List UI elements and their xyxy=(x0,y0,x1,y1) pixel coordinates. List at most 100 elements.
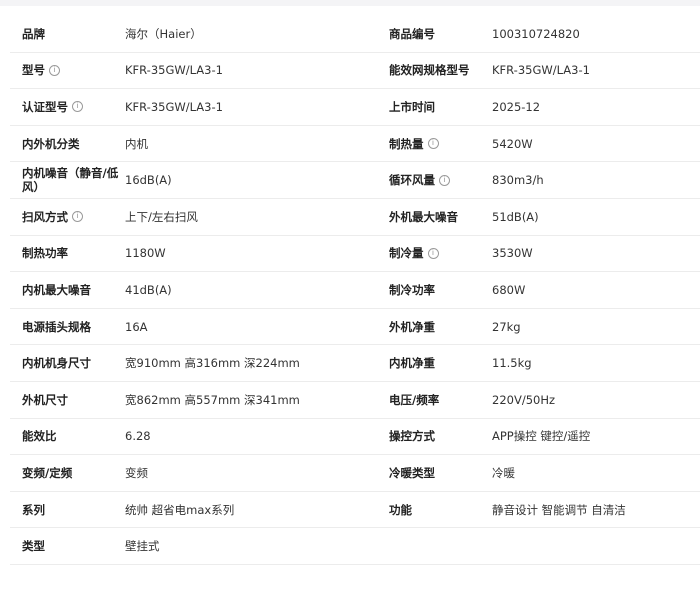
spec-value-text: 统帅 超省电max系列 xyxy=(125,502,235,517)
spec-label: 内外机分类 xyxy=(10,137,125,151)
spec-label-text: 外机尺寸 xyxy=(22,392,68,407)
spec-row: 制热功率 1180W 制冷量 i 3530W xyxy=(10,236,700,273)
spec-label-text: 上市时间 xyxy=(389,99,435,114)
spec-label: 内机净重 xyxy=(377,356,492,370)
spec-label-text: 电源插头规格 xyxy=(22,319,91,334)
spec-value: 2025-12 xyxy=(492,100,700,114)
spec-label-text: 循环风量 xyxy=(389,173,435,188)
spec-value: KFR-35GW/LA3-1 xyxy=(125,63,377,77)
spec-value: 11.5kg xyxy=(492,356,700,370)
spec-value-text: 5420W xyxy=(492,136,533,151)
spec-label-text: 商品编号 xyxy=(389,26,435,41)
spec-value-text: KFR-35GW/LA3-1 xyxy=(125,63,223,78)
spec-value-text: 内机 xyxy=(125,136,148,151)
spec-label-text: 类型 xyxy=(22,539,45,554)
spec-label: 型号 i xyxy=(10,63,125,77)
spec-label-text: 电压/频率 xyxy=(389,392,440,407)
info-icon[interactable]: i xyxy=(49,64,60,76)
spec-value: KFR-35GW/LA3-1 xyxy=(492,63,700,77)
info-icon[interactable]: i xyxy=(439,174,450,186)
spec-label-text: 制冷功率 xyxy=(389,282,435,297)
spec-label: 内机机身尺寸 xyxy=(10,356,125,370)
spec-label: 冷暖类型 xyxy=(377,466,492,480)
spec-value: 51dB(A) xyxy=(492,210,700,224)
spec-value-text: 冷暖 xyxy=(492,465,515,480)
spec-value-text: 6.28 xyxy=(125,429,151,444)
spec-value-text: 宽910mm 高316mm 深224mm xyxy=(125,356,300,371)
spec-label: 外机净重 xyxy=(377,320,492,334)
spec-label: 系列 xyxy=(10,503,125,517)
spec-row: 认证型号 i KFR-35GW/LA3-1 上市时间 2025-12 xyxy=(10,89,700,126)
spec-label-text: 型号 xyxy=(22,63,45,78)
spec-label: 制冷量 i xyxy=(377,246,492,260)
spec-label-text: 内外机分类 xyxy=(22,136,80,151)
spec-row: 内机噪音（静音/低风） 16dB(A) 循环风量 i 830m3/h xyxy=(10,162,700,199)
spec-label-text: 制热量 xyxy=(389,136,424,151)
spec-value: 6.28 xyxy=(125,429,377,443)
info-icon[interactable]: i xyxy=(427,138,439,150)
spec-value: 100310724820 xyxy=(492,27,700,41)
spec-row: 品牌 海尔（Haier） 商品编号 100310724820 xyxy=(10,16,700,53)
spec-value: 5420W xyxy=(492,137,700,151)
spec-label-text: 功能 xyxy=(389,502,412,517)
spec-label: 制热量 i xyxy=(377,137,492,151)
spec-label-text: 外机最大噪音 xyxy=(389,209,458,224)
spec-value: 静音设计 智能调节 自清洁 xyxy=(492,503,700,517)
spec-label-text: 变频/定频 xyxy=(22,465,73,480)
spec-row: 类型 壁挂式 xyxy=(10,528,700,565)
spec-value: 3530W xyxy=(492,246,700,260)
spec-label: 功能 xyxy=(377,503,492,517)
spec-row: 内外机分类 内机 制热量 i 5420W xyxy=(10,126,700,163)
spec-value: 1180W xyxy=(125,246,377,260)
spec-label-text: 能效网规格型号 xyxy=(389,63,470,78)
spec-label-text: 内机最大噪音 xyxy=(22,282,91,297)
spec-label-text: 外机净重 xyxy=(389,319,435,334)
spec-value-text: KFR-35GW/LA3-1 xyxy=(125,99,223,114)
spec-label-text: 内机净重 xyxy=(389,356,435,371)
spec-row: 变频/定频 变频 冷暖类型 冷暖 xyxy=(10,455,700,492)
spec-value: KFR-35GW/LA3-1 xyxy=(125,100,377,114)
spec-row: 外机尺寸 宽862mm 高557mm 深341mm 电压/频率 220V/50Hz xyxy=(10,382,700,419)
spec-label: 电源插头规格 xyxy=(10,320,125,334)
spec-value-text: 宽862mm 高557mm 深341mm xyxy=(125,392,300,407)
spec-label: 品牌 xyxy=(10,27,125,41)
spec-label: 变频/定频 xyxy=(10,466,125,480)
spec-label: 能效比 xyxy=(10,429,125,443)
info-icon[interactable]: i xyxy=(72,101,83,113)
spec-value-text: 壁挂式 xyxy=(125,539,160,554)
spec-value-text: 16A xyxy=(125,319,148,334)
spec-label: 上市时间 xyxy=(377,100,492,114)
spec-value-text: APP操控 键控/遥控 xyxy=(492,429,591,444)
spec-value: 16dB(A) xyxy=(125,173,377,187)
spec-value-text: KFR-35GW/LA3-1 xyxy=(492,63,590,78)
spec-label: 制冷功率 xyxy=(377,283,492,297)
spec-value: 内机 xyxy=(125,137,377,151)
spec-label-text: 制热功率 xyxy=(22,246,68,261)
spec-table: 品牌 海尔（Haier） 商品编号 100310724820 型号 i KFR-35GW/L… xyxy=(10,16,700,565)
spec-value-text: 220V/50Hz xyxy=(492,392,556,407)
spec-value: 壁挂式 xyxy=(125,539,377,553)
info-icon[interactable]: i xyxy=(427,247,439,259)
spec-label: 商品编号 xyxy=(377,27,492,41)
spec-value-text: 海尔（Haier） xyxy=(125,26,202,41)
spec-value-text: 830m3/h xyxy=(492,173,544,188)
spec-value: 宽862mm 高557mm 深341mm xyxy=(125,393,377,407)
spec-label: 认证型号 i xyxy=(10,100,125,114)
spec-value-text: 静音设计 智能调节 自清洁 xyxy=(492,502,626,517)
spec-value-text: 11.5kg xyxy=(492,356,532,371)
spec-label: 外机最大噪音 xyxy=(377,210,492,224)
spec-value: APP操控 键控/遥控 xyxy=(492,429,700,443)
spec-label-text: 制冷量 xyxy=(389,246,424,261)
spec-value: 宽910mm 高316mm 深224mm xyxy=(125,356,377,370)
spec-value-text: 16dB(A) xyxy=(125,173,172,188)
spec-label: 扫风方式 i xyxy=(10,210,125,224)
spec-value-text: 27kg xyxy=(492,319,521,334)
spec-row: 能效比 6.28 操控方式 APP操控 键控/遥控 xyxy=(10,419,700,456)
spec-label: 内机噪音（静音/低风） xyxy=(10,166,125,194)
spec-value-text: 1180W xyxy=(125,246,166,261)
spec-value-text: 41dB(A) xyxy=(125,282,172,297)
spec-label: 外机尺寸 xyxy=(10,393,125,407)
spec-label-text: 品牌 xyxy=(22,26,45,41)
info-icon[interactable]: i xyxy=(72,211,83,223)
spec-row: 内机最大噪音 41dB(A) 制冷功率 680W xyxy=(10,272,700,309)
